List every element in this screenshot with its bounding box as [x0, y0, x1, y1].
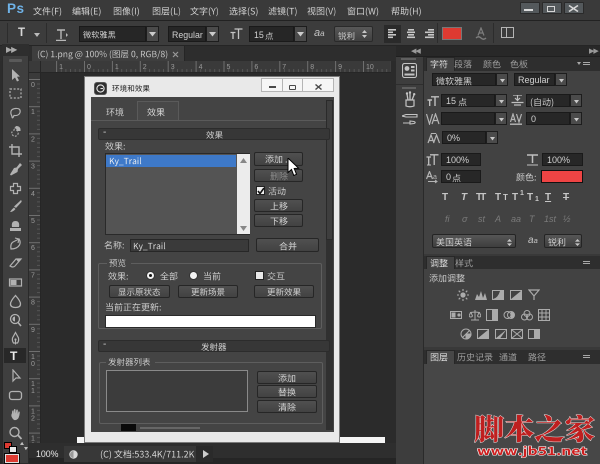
svg-text:1: 1 — [31, 388, 35, 395]
svg-text:2: 2 — [31, 415, 35, 422]
svg-text:0: 0 — [31, 82, 35, 89]
svg-text:1: 1 — [31, 381, 35, 388]
svg-text:6: 6 — [31, 245, 35, 252]
svg-text:8: 8 — [31, 300, 35, 307]
svg-text:9: 9 — [31, 327, 35, 334]
svg-text:0: 0 — [31, 361, 35, 368]
svg-text:a: a — [433, 174, 437, 181]
svg-text:1: 1 — [31, 436, 35, 443]
svg-text:7: 7 — [31, 272, 35, 279]
svg-text:5: 5 — [31, 218, 35, 225]
svg-text:1: 1 — [31, 354, 35, 361]
svg-text:1: 1 — [31, 408, 35, 415]
svg-text:3: 3 — [31, 164, 35, 171]
svg-text:1: 1 — [31, 109, 35, 116]
svg-text:4: 4 — [31, 191, 35, 198]
svg-text:2: 2 — [31, 136, 35, 143]
